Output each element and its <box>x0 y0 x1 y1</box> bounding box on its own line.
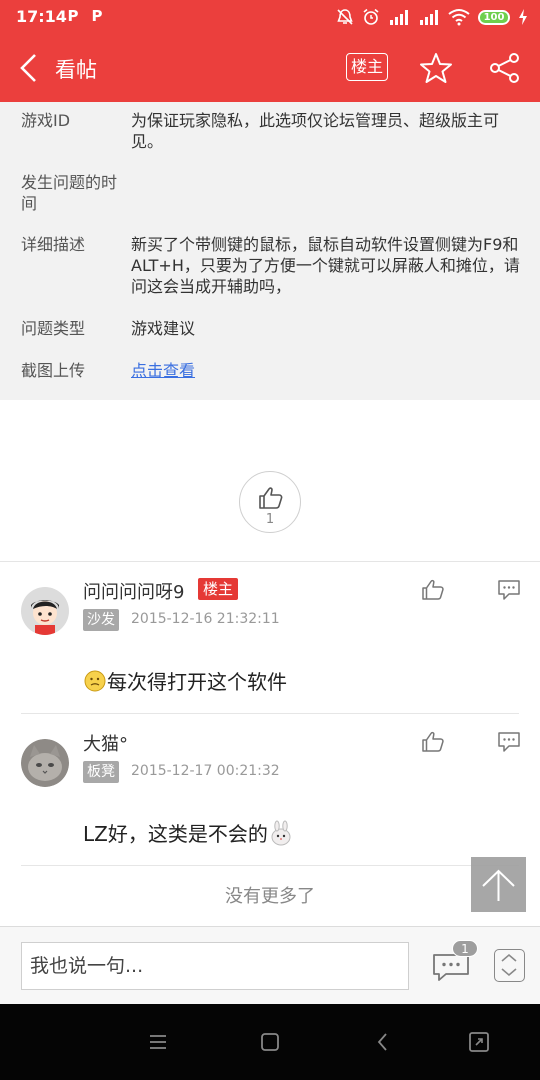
comment-time: 2015-12-16 21:32:11 <box>131 611 280 627</box>
reply-input[interactable] <box>21 942 409 990</box>
status-icons: 100 <box>336 6 528 28</box>
alarm-icon <box>363 8 379 25</box>
floor-badge: 沙发 <box>83 609 119 631</box>
comment-body: LZ好，这类是不会的 <box>83 818 294 847</box>
page-jump-button[interactable] <box>494 949 525 982</box>
no-more-label: 没有更多了 <box>225 886 315 907</box>
menu-icon[interactable] <box>146 1030 170 1054</box>
rabbit-emoji-icon <box>271 820 291 845</box>
like-count: 1 <box>265 512 275 527</box>
info-label: 问题类型 <box>21 319 86 338</box>
only-op-button[interactable]: 楼主 <box>346 53 388 81</box>
reply-icon[interactable] <box>497 579 521 601</box>
info-label: 详细描述 <box>21 235 86 254</box>
status-bar: 17:14 P P 100 <box>0 0 540 34</box>
home-icon[interactable] <box>258 1030 282 1054</box>
info-value: 游戏建议 <box>131 319 196 338</box>
avatar[interactable] <box>21 587 69 635</box>
avatar-image <box>21 739 69 787</box>
comment-item: 问问问问呀9 楼主 沙发 2015-12-16 21:32:11 每次得打开这个… <box>0 562 540 714</box>
comment-item: 大猫° 板凳 2015-12-17 00:21:32 LZ好，这类是不会的 <box>0 714 540 866</box>
reply-bar: 1 <box>0 926 540 1004</box>
info-value: 为保证玩家隐私，此选项仅论坛管理员、超级版主可见。 <box>131 111 500 151</box>
thumbs-up-icon <box>259 487 283 509</box>
thread-info-table: 游戏ID 为保证玩家隐私，此选项仅论坛管理员、超级版主可见。 发生问题的时间 详… <box>0 102 540 400</box>
avatar[interactable] <box>21 739 69 787</box>
up-down-arrows-icon <box>501 953 517 977</box>
view-screenshot-link[interactable]: 点击查看 <box>131 361 195 380</box>
like-button[interactable]: 1 <box>239 471 301 533</box>
charging-icon <box>519 9 527 25</box>
op-badge: 楼主 <box>198 578 239 600</box>
signal-icon <box>390 10 408 25</box>
favorite-star-icon[interactable] <box>419 51 453 85</box>
wifi-icon <box>448 9 470 26</box>
reply-icon[interactable] <box>497 731 521 753</box>
info-label: 发生问题的时间 <box>21 173 118 213</box>
info-value: 新买了个带侧键的鼠标，鼠标自动软件设置侧键为F9和ALT+H，只要为了方便一个键… <box>131 235 520 296</box>
back-arrow-icon[interactable] <box>16 52 42 84</box>
comment-time: 2015-12-17 00:21:32 <box>131 763 280 779</box>
signal-icon <box>420 10 438 25</box>
emoji-icon <box>84 670 106 691</box>
mute-bell-icon <box>337 9 353 25</box>
p-app-icon: P <box>91 7 103 25</box>
comment-text: LZ好，这类是不会的 <box>83 822 268 846</box>
comment-body: 每次得打开这个软件 <box>83 666 287 695</box>
info-label: 游戏ID <box>21 111 71 130</box>
info-label: 截图上传 <box>21 361 86 380</box>
thumbs-up-icon[interactable] <box>421 578 445 602</box>
share-icon[interactable] <box>488 51 522 85</box>
battery-icon: 100 <box>478 9 510 25</box>
arrow-up-icon <box>482 869 515 901</box>
comment-text: 每次得打开这个软件 <box>107 670 287 694</box>
p-app-icon: P <box>67 7 79 25</box>
comment-count-badge: 1 <box>452 940 478 957</box>
page-title: 看帖 <box>55 58 97 82</box>
back-to-top-button[interactable] <box>471 857 526 912</box>
thumbs-up-icon[interactable] <box>421 730 445 754</box>
system-nav-bar <box>0 1004 540 1080</box>
app-header: 看帖 楼主 <box>0 34 540 102</box>
recent-apps-icon[interactable] <box>467 1030 491 1054</box>
back-icon[interactable] <box>371 1030 395 1054</box>
comment-author[interactable]: 问问问问呀9 <box>83 578 184 604</box>
comment-author[interactable]: 大猫° <box>83 730 128 756</box>
floor-badge: 板凳 <box>83 761 119 783</box>
divider <box>21 865 519 866</box>
status-time: 17:14 <box>16 7 67 26</box>
battery-level: 100 <box>480 11 508 23</box>
avatar-image <box>21 587 69 635</box>
